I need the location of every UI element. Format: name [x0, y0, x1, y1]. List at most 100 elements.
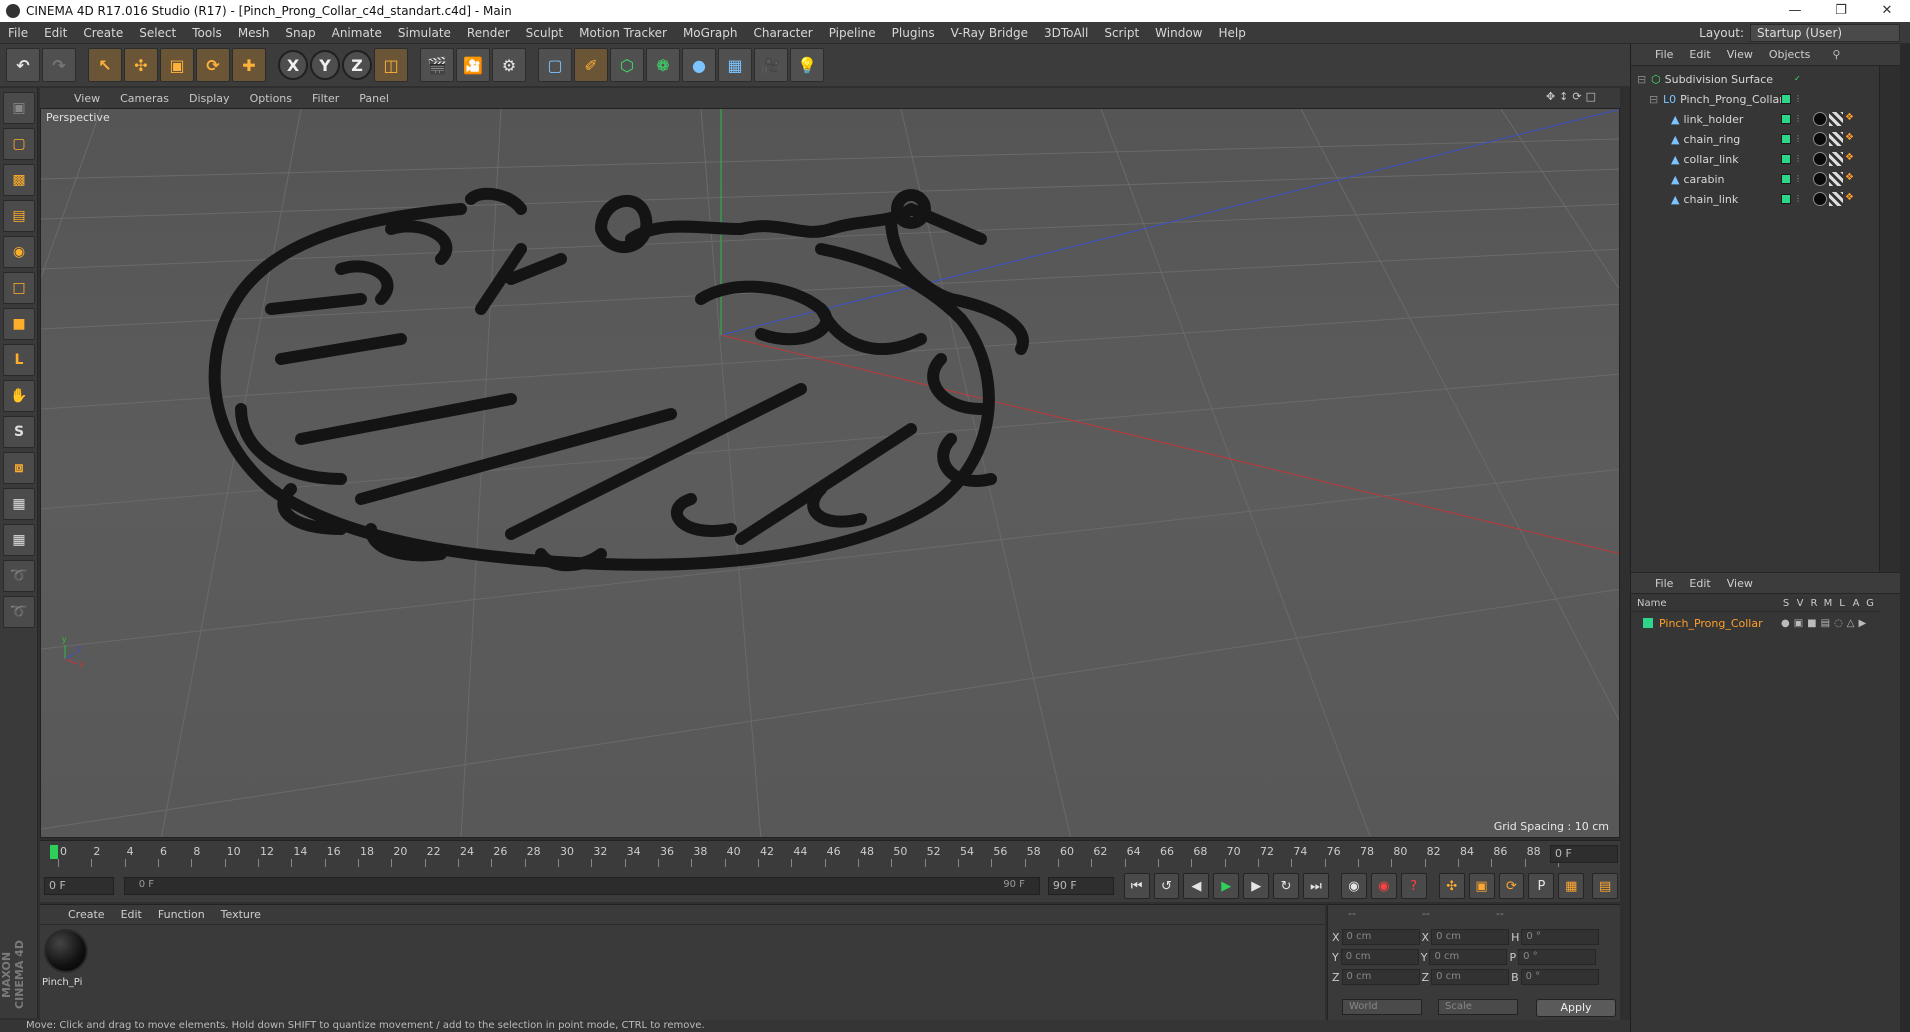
- phong-tag-icon[interactable]: ❖: [1845, 132, 1859, 146]
- menu-simulate[interactable]: Simulate: [390, 26, 459, 40]
- rotation-h-field[interactable]: 0 °: [1521, 929, 1600, 945]
- layer-color-swatch[interactable]: [1781, 114, 1791, 124]
- uvw-tag-icon[interactable]: [1829, 132, 1843, 146]
- playhead[interactable]: [50, 845, 58, 859]
- viewport-menu-view[interactable]: View: [64, 92, 110, 105]
- tree-item-collar-link[interactable]: ▲ collar_link ⋮ ❖: [1631, 150, 1881, 168]
- light-icon[interactable]: 💡: [790, 48, 824, 82]
- goto-start-icon[interactable]: ⏮: [1123, 873, 1150, 899]
- size-mode-dropdown[interactable]: Scale: [1438, 999, 1518, 1015]
- render-picture-viewer-icon[interactable]: 🎦: [456, 48, 490, 82]
- coordinate-space-dropdown[interactable]: World: [1342, 999, 1422, 1015]
- scale-tool-icon[interactable]: ▣: [160, 48, 194, 82]
- menu-character[interactable]: Character: [745, 26, 820, 40]
- layers-menu-view[interactable]: View: [1719, 577, 1761, 590]
- edges-mode-icon[interactable]: □: [3, 272, 35, 304]
- redo-icon[interactable]: ↷: [42, 48, 76, 82]
- workplane-mode-icon[interactable]: ▤: [3, 200, 35, 232]
- layer-color-swatch[interactable]: [1781, 94, 1791, 104]
- keyframe-selection-icon[interactable]: ?: [1400, 873, 1427, 899]
- phong-tag-icon[interactable]: ❖: [1845, 152, 1859, 166]
- minimize-button[interactable]: —: [1772, 0, 1818, 22]
- menu-tools[interactable]: Tools: [184, 26, 230, 40]
- objects-menu-objects[interactable]: Objects: [1761, 48, 1819, 61]
- material-menu-texture[interactable]: Texture: [213, 908, 269, 921]
- uvw-tag-icon[interactable]: [1829, 172, 1843, 186]
- restore-button[interactable]: ❐: [1818, 0, 1864, 22]
- visibility-dots-icon[interactable]: ⋮: [1794, 194, 1804, 204]
- objects-search-icon[interactable]: ⚲: [1818, 48, 1848, 61]
- z-axis-lock-icon[interactable]: Z: [342, 50, 372, 80]
- enabled-check-icon[interactable]: ✓: [1794, 74, 1804, 84]
- close-button[interactable]: ✕: [1864, 0, 1910, 22]
- size-z-field[interactable]: 0 cm: [1431, 969, 1510, 985]
- x-axis-lock-icon[interactable]: X: [278, 50, 308, 80]
- prev-key-icon[interactable]: ↺: [1153, 873, 1180, 899]
- layer-color-swatch[interactable]: [1643, 618, 1653, 628]
- visibility-dots-icon[interactable]: ⋮: [1794, 174, 1804, 184]
- polygons-mode-icon[interactable]: ■: [3, 308, 35, 340]
- menu-mograph[interactable]: MoGraph: [675, 26, 746, 40]
- floor-scene-icon[interactable]: ▦: [718, 48, 752, 82]
- phong-tag-icon[interactable]: ❖: [1845, 172, 1859, 186]
- tree-item-chain-ring[interactable]: ▲ chain_ring ⋮ ❖: [1631, 130, 1881, 148]
- material-swatch[interactable]: [44, 929, 88, 973]
- tree-item-pinch-prong-collar[interactable]: ⊟ L0 Pinch_Prong_Collar ⋮: [1631, 90, 1881, 108]
- material-tag-icon[interactable]: [1813, 132, 1827, 146]
- rotation-p-field[interactable]: 0 °: [1518, 949, 1597, 965]
- preview-range-slider[interactable]: 0 F 90 F: [123, 877, 1040, 895]
- live-selection-icon[interactable]: ✚: [232, 48, 266, 82]
- solo-mode-icon[interactable]: S: [3, 416, 35, 448]
- next-key-icon[interactable]: ↻: [1273, 873, 1300, 899]
- menu-pipeline[interactable]: Pipeline: [821, 26, 884, 40]
- subdivision-surface-icon[interactable]: ⬡: [610, 48, 644, 82]
- planar-workplane-icon[interactable]: ▦: [3, 524, 35, 556]
- objects-menu-edit[interactable]: Edit: [1681, 48, 1718, 61]
- tweak-mode-icon[interactable]: ✋: [3, 380, 35, 412]
- size-x-field[interactable]: 0 cm: [1431, 929, 1510, 945]
- menu-help[interactable]: Help: [1210, 26, 1253, 40]
- menu-file[interactable]: File: [0, 26, 36, 40]
- viewport-menu-filter[interactable]: Filter: [302, 92, 349, 105]
- menu-render[interactable]: Render: [459, 26, 518, 40]
- menu-mesh[interactable]: Mesh: [230, 26, 278, 40]
- key-rotation-icon[interactable]: ⟳: [1498, 873, 1525, 899]
- key-pla-icon[interactable]: ▦: [1558, 873, 1585, 899]
- menu-select[interactable]: Select: [131, 26, 184, 40]
- rotation-b-field[interactable]: 0 °: [1520, 969, 1599, 985]
- timeline-window-icon[interactable]: ▤: [1592, 873, 1619, 899]
- uvw-tag-icon[interactable]: [1829, 152, 1843, 166]
- uvw-tag-icon[interactable]: [1829, 112, 1843, 126]
- tree-item-carabin[interactable]: ▲ carabin ⋮ ❖: [1631, 170, 1881, 188]
- key-position-icon[interactable]: ✣: [1438, 873, 1465, 899]
- cube-primitive-icon[interactable]: ▢: [538, 48, 572, 82]
- current-frame-field[interactable]: 0 F: [1550, 845, 1618, 863]
- layer-color-swatch[interactable]: [1781, 134, 1791, 144]
- right-edge-tabs[interactable]: [1900, 44, 1910, 1032]
- layer-row[interactable]: Pinch_Prong_Collar ●▣■▤◌△▶: [1631, 614, 1881, 632]
- visibility-dots-icon[interactable]: ⋮: [1794, 114, 1804, 124]
- record-keys-icon[interactable]: ◉: [1340, 873, 1367, 899]
- menu-motion-tracker[interactable]: Motion Tracker: [571, 26, 675, 40]
- perspective-viewport[interactable]: y x z Perspective Grid Spacing : 10 cm: [40, 108, 1620, 838]
- layer-color-swatch[interactable]: [1781, 154, 1791, 164]
- visibility-dots-icon[interactable]: ⋮: [1794, 134, 1804, 144]
- select-cursor-icon[interactable]: ↖: [88, 48, 122, 82]
- size-y-field[interactable]: 0 cm: [1429, 949, 1508, 965]
- undo-icon[interactable]: ↶: [6, 48, 40, 82]
- key-scale-icon[interactable]: ▣: [1468, 873, 1495, 899]
- objects-menu-file[interactable]: File: [1647, 48, 1681, 61]
- material-menu-function[interactable]: Function: [150, 908, 213, 921]
- position-x-field[interactable]: 0 cm: [1341, 929, 1420, 945]
- objects-menu-view[interactable]: View: [1719, 48, 1761, 61]
- material-tag-icon[interactable]: [1813, 152, 1827, 166]
- lock-workplane-icon[interactable]: ▦: [3, 488, 35, 520]
- goto-end-icon[interactable]: ⏭: [1303, 873, 1329, 899]
- camera-icon[interactable]: 🎥: [754, 48, 788, 82]
- menu-animate[interactable]: Animate: [324, 26, 390, 40]
- menu-sculpt[interactable]: Sculpt: [518, 26, 571, 40]
- autokey-icon[interactable]: ◉: [1370, 873, 1397, 899]
- render-settings-icon[interactable]: ⚙: [492, 48, 526, 82]
- apply-button[interactable]: Apply: [1536, 999, 1616, 1017]
- viewport-menu-options[interactable]: Options: [240, 92, 302, 105]
